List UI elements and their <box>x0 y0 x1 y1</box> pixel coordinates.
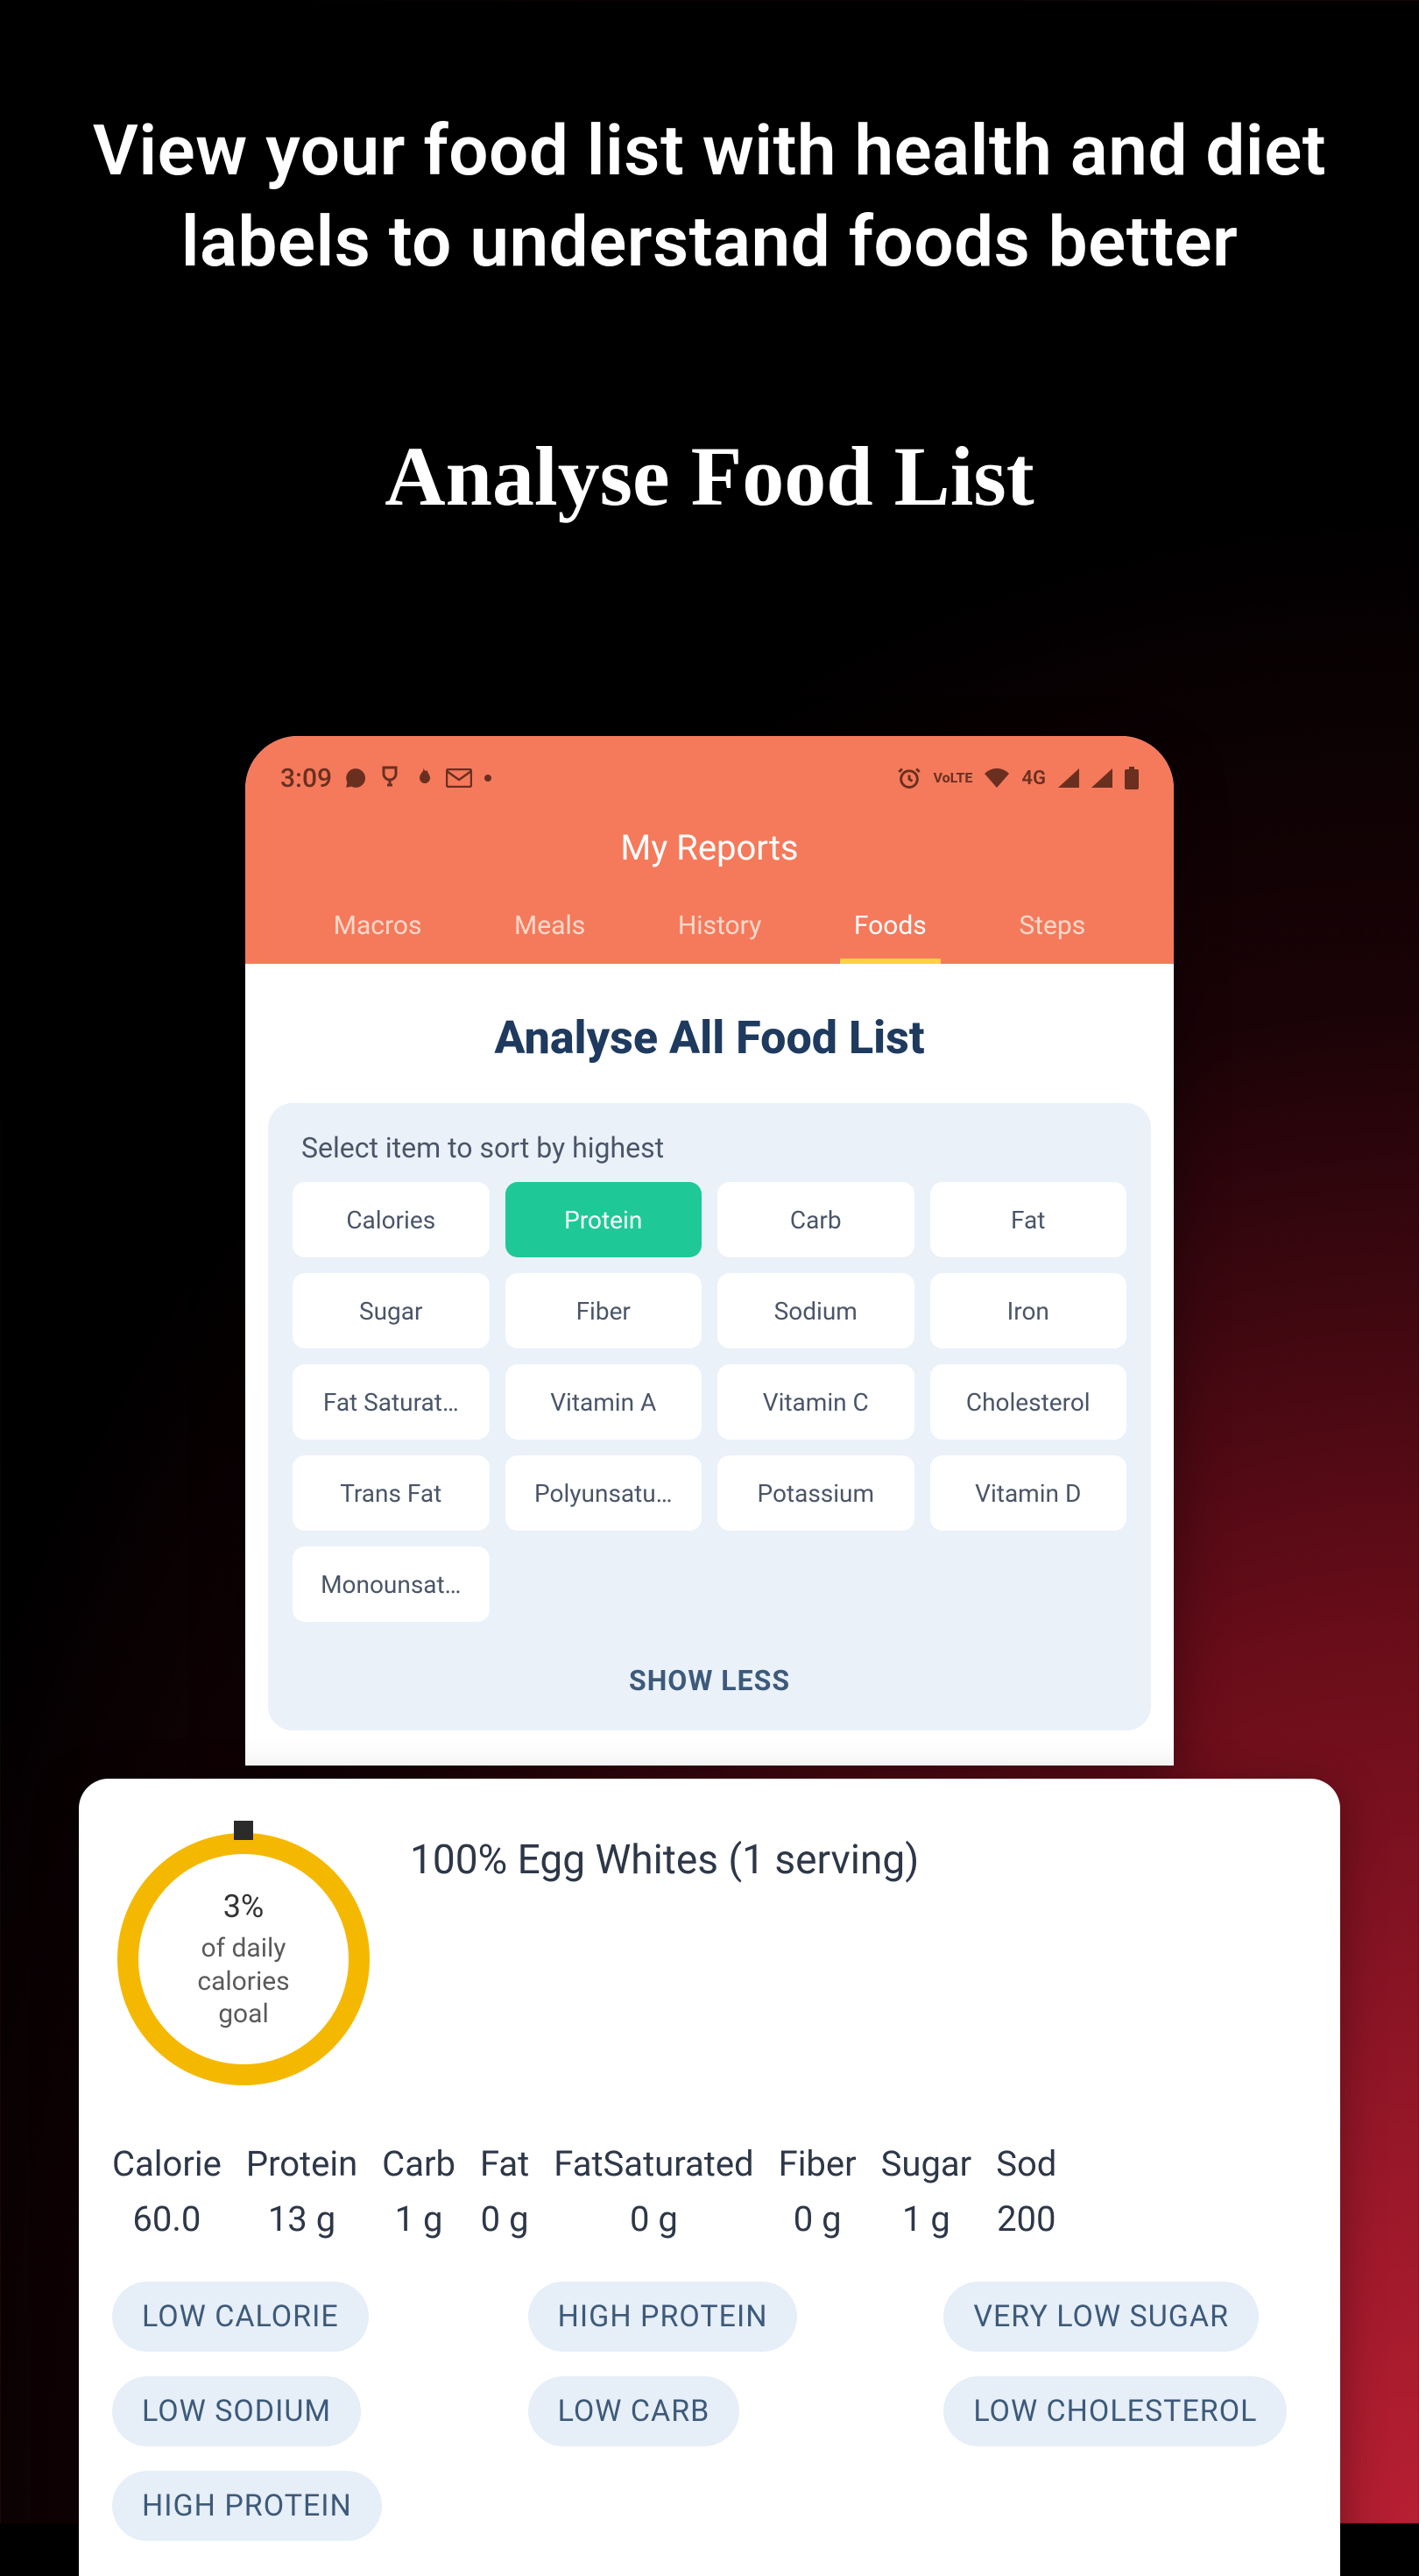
tab-foods[interactable]: Foods <box>849 898 932 964</box>
nutrient-item: FatSaturated 0 g <box>554 2143 753 2240</box>
flame-icon <box>413 766 434 790</box>
diet-badge-list: LOW CALORIE HIGH PROTEIN VERY LOW SUGAR LOW… <box>112 2282 1307 2541</box>
calorie-progress-ring: 3% of daily calories goal <box>112 1828 375 2091</box>
status-right: VoLTE 4G <box>897 766 1140 790</box>
signal-icon <box>1058 768 1079 788</box>
sort-chip[interactable]: Protein <box>505 1182 702 1257</box>
sort-chip[interactable]: Fiber <box>505 1273 702 1348</box>
promo-subheading: Analyse Food List <box>0 428 1419 525</box>
content-title: Analyse All Food List <box>268 964 1151 1103</box>
nutrient-value: 1 g <box>881 2198 972 2240</box>
diet-badge: LOW CALORIE <box>112 2282 369 2352</box>
sort-chip[interactable]: Iron <box>930 1273 1127 1348</box>
nutrient-label: Carb <box>382 2143 455 2184</box>
nutrient-row: Calorie60.0Protein13 gCarb1 gFat0 gFatSa… <box>112 2143 1307 2240</box>
main-content: Analyse All Food List Select item to sor… <box>245 964 1174 1766</box>
status-time: 3:09 <box>280 763 332 794</box>
sort-chip[interactable]: Fat Saturat… <box>293 1364 490 1440</box>
tab-steps[interactable]: Steps <box>1013 898 1091 964</box>
phone-frame: 3:09 VoLTE <box>245 736 1174 1766</box>
sort-chip[interactable]: Potassium <box>717 1455 914 1531</box>
diet-badge: VERY LOW SUGAR <box>943 2282 1259 2352</box>
diet-badge: HIGH PROTEIN <box>112 2471 382 2541</box>
nutrient-label: FatSaturated <box>554 2143 753 2184</box>
sort-chip[interactable]: Fat <box>930 1182 1127 1257</box>
status-bar: 3:09 VoLTE <box>280 752 1139 804</box>
status-left: 3:09 <box>280 763 491 794</box>
nutrient-value: 0 g <box>779 2198 857 2240</box>
app-icon <box>379 766 400 790</box>
signal-icon-2 <box>1091 768 1112 788</box>
nutrient-item: Fat 0 g <box>480 2143 529 2240</box>
ring-sub1: of daily <box>201 1932 286 1965</box>
battery-icon <box>1125 767 1139 789</box>
sort-chip-grid: CaloriesProteinCarbFat SugarFiberSodiumIr… <box>293 1182 1126 1622</box>
tab-bar: Macros Meals History Foods Steps <box>280 898 1139 964</box>
nutrient-label: Sugar <box>881 2143 972 2184</box>
nutrient-label: Fiber <box>779 2143 857 2184</box>
diet-badge: HIGH PROTEIN <box>528 2282 798 2352</box>
food-name: 100% Egg Whites (1 serving) <box>410 1828 919 1884</box>
sort-label: Select item to sort by highest <box>293 1131 1126 1164</box>
nutrient-value: 0 g <box>554 2198 753 2240</box>
sort-chip[interactable]: Cholesterol <box>930 1364 1127 1440</box>
nutrient-item: Carb 1 g <box>382 2143 455 2240</box>
sort-chip[interactable]: Carb <box>717 1182 914 1257</box>
sort-chip[interactable]: Sodium <box>717 1273 914 1348</box>
mail-icon <box>446 768 472 788</box>
chat-icon <box>344 767 367 789</box>
sort-chip[interactable]: Vitamin C <box>717 1364 914 1440</box>
nutrient-item: Sugar 1 g <box>881 2143 972 2240</box>
app-header: 3:09 VoLTE <box>245 736 1174 964</box>
wifi-icon <box>985 768 1009 788</box>
sort-chip[interactable]: Monounsat… <box>293 1546 490 1622</box>
show-less-button[interactable]: SHOW LESS <box>293 1622 1126 1715</box>
tab-meals[interactable]: Meals <box>509 898 590 964</box>
nutrient-value: 0 g <box>480 2198 529 2240</box>
nutrient-value: 60.0 <box>112 2198 222 2240</box>
lte-icon: VoLTE <box>934 772 973 784</box>
nutrient-value: 13 g <box>246 2198 357 2240</box>
tab-history[interactable]: History <box>673 898 766 964</box>
nutrient-item: Calorie 60.0 <box>112 2143 222 2240</box>
nutrient-label: Calorie <box>112 2143 222 2184</box>
promo-heading: View your food list with health and diet… <box>0 0 1419 287</box>
diet-badge: LOW SODIUM <box>112 2376 361 2446</box>
food-detail-card: 3% of daily calories goal 100% Egg White… <box>79 1779 1340 2576</box>
nutrient-item: Protein 13 g <box>246 2143 357 2240</box>
nutrient-value: 1 g <box>382 2198 455 2240</box>
sort-chip[interactable]: Vitamin A <box>505 1364 702 1440</box>
sort-chip[interactable]: Vitamin D <box>930 1455 1127 1531</box>
sort-chip[interactable]: Trans Fat <box>293 1455 490 1531</box>
alarm-icon <box>897 766 921 790</box>
sort-chip[interactable]: Sugar <box>293 1273 490 1348</box>
sort-chip[interactable]: Polyunsatu… <box>505 1455 702 1531</box>
nutrient-label: Sod <box>996 2143 1056 2184</box>
nutrient-label: Protein <box>246 2143 357 2184</box>
page-title: My Reports <box>280 804 1139 898</box>
tab-macros[interactable]: Macros <box>328 898 427 964</box>
sort-chip[interactable]: Calories <box>293 1182 490 1257</box>
nutrient-item: Fiber 0 g <box>779 2143 857 2240</box>
ring-percent: 3% <box>223 1887 265 1927</box>
nutrient-value: 200 <box>996 2198 1056 2240</box>
network-label: 4G <box>1021 768 1046 789</box>
nutrient-item: Sod 200 <box>996 2143 1056 2240</box>
ring-center-text: 3% of daily calories goal <box>112 1828 375 2091</box>
diet-badge: LOW CHOLESTEROL <box>943 2376 1287 2446</box>
ring-sub2: calories <box>197 1965 289 1999</box>
ring-sub3: goal <box>218 1998 269 2031</box>
nutrient-label: Fat <box>480 2143 529 2184</box>
diet-badge: LOW CARB <box>528 2376 740 2446</box>
sort-panel: Select item to sort by highest CaloriesP… <box>268 1103 1151 1730</box>
dot-icon <box>484 775 491 782</box>
